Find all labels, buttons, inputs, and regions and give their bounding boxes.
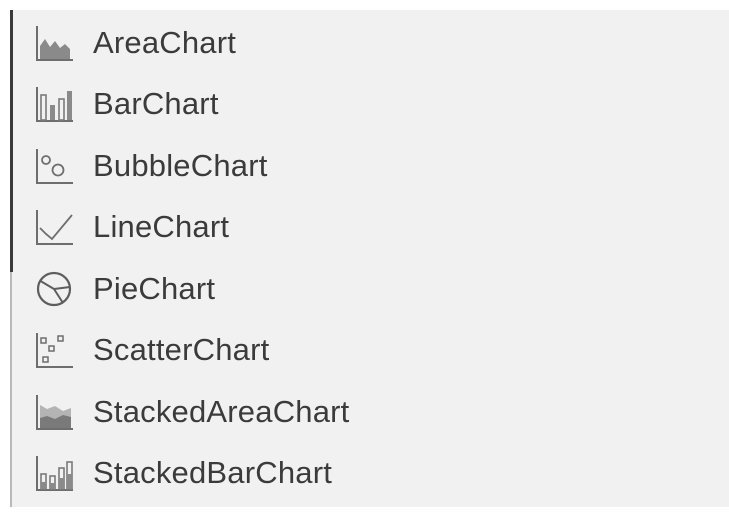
chart-item-label: StackedBarChart (93, 455, 333, 491)
stacked-bar-chart-icon (36, 456, 73, 492)
chart-item-stacked-area-chart[interactable]: StackedAreaChart (33, 381, 350, 443)
chart-item-label: ScatterChart (93, 332, 270, 368)
area-chart-icon (36, 25, 73, 61)
chart-item-line-chart[interactable]: LineChart (33, 197, 350, 259)
chart-item-label: LineChart (93, 209, 230, 245)
line-chart-icon (36, 210, 73, 246)
scatter-chart-icon (36, 333, 73, 369)
bubble-chart-icon (36, 148, 73, 184)
chart-item-scatter-chart[interactable]: ScatterChart (33, 320, 350, 382)
chart-item-label: AreaChart (93, 24, 237, 60)
chart-item-bar-chart[interactable]: BarChart (33, 74, 350, 136)
chart-item-label: StackedAreaChart (93, 393, 350, 429)
stacked-area-chart-icon (36, 394, 73, 430)
chart-item-stacked-bar-chart[interactable]: StackedBarChart (33, 443, 350, 505)
panel-left-border-lower (10, 272, 12, 507)
chart-item-pie-chart[interactable]: PieChart (33, 258, 350, 320)
panel-left-border (10, 10, 13, 272)
chart-item-label: PieChart (93, 270, 216, 306)
pie-chart-icon (36, 271, 72, 306)
chart-item-bubble-chart[interactable]: BubbleChart (33, 135, 350, 197)
chart-item-label: BubbleChart (93, 147, 268, 183)
chart-item-area-chart[interactable]: AreaChart (33, 12, 350, 74)
bar-chart-icon (36, 87, 73, 123)
chart-type-list: AreaChart BarChart BubbleChart LineChart (33, 12, 350, 504)
chart-item-label: BarChart (93, 86, 219, 122)
